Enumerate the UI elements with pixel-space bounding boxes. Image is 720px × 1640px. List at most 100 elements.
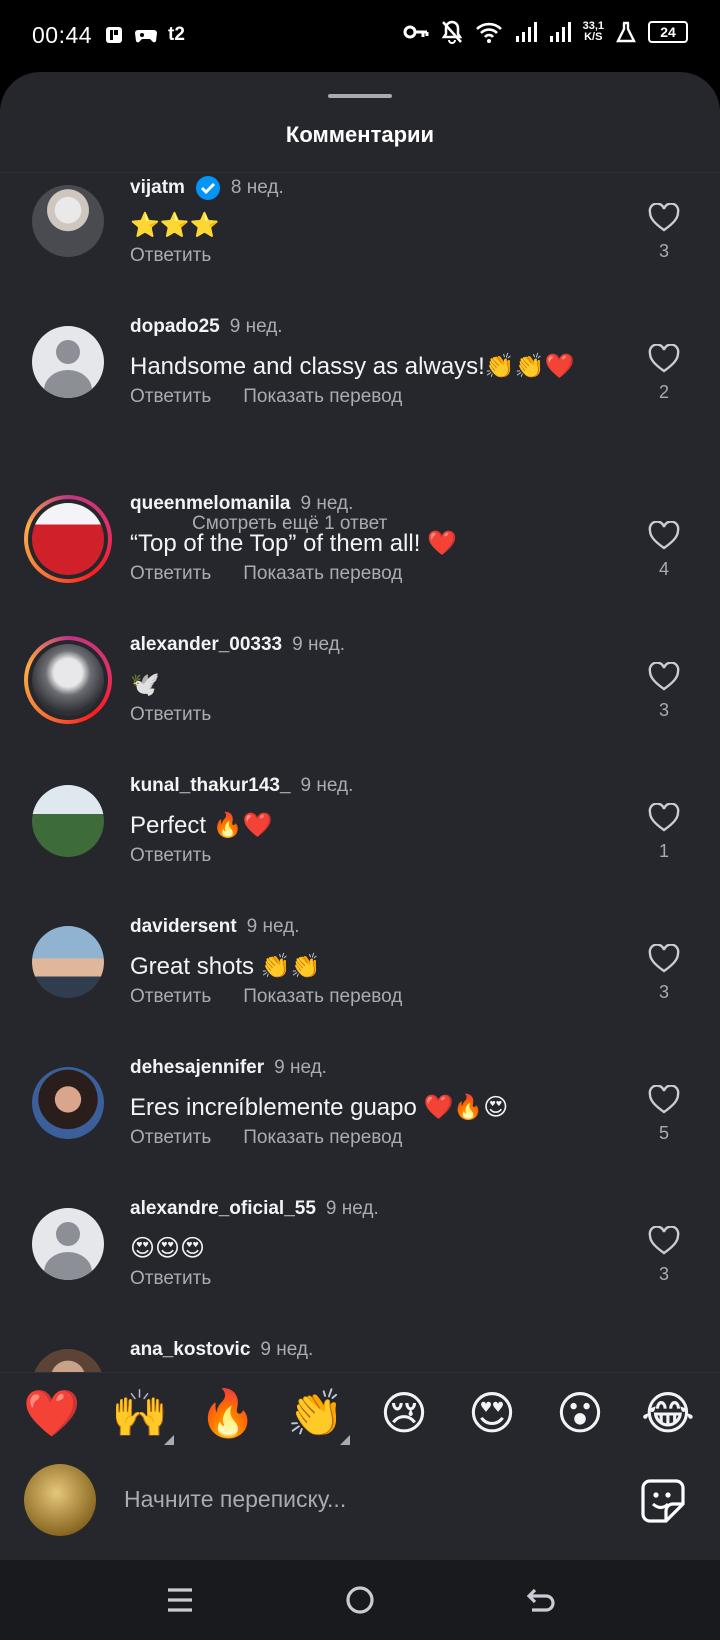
avatar[interactable] — [32, 926, 104, 998]
heart-icon[interactable] — [648, 521, 680, 551]
heart-icon[interactable] — [648, 662, 680, 692]
username[interactable]: queenmelomanila — [130, 493, 291, 515]
username[interactable]: davidersent — [130, 916, 237, 938]
reaction-heart[interactable]: ❤️ — [22, 1387, 82, 1439]
carrier-t2-icon: t2 — [168, 24, 185, 45]
signal-icon-2 — [549, 22, 571, 42]
wifi-icon — [475, 22, 502, 43]
like-count: 3 — [658, 241, 669, 261]
reaction-laughing[interactable]: 😂 — [638, 1387, 698, 1439]
reaction-raised-hands[interactable]: 🙌 — [110, 1387, 174, 1445]
username[interactable]: kunal_thakur143_ — [130, 775, 291, 797]
comment-meta: alexander_00333 9 нед. — [130, 634, 345, 656]
home-icon[interactable] — [340, 1582, 380, 1618]
reply-button[interactable]: Ответить — [130, 245, 211, 267]
battery-indicator: 24 — [648, 21, 688, 43]
heart-icon[interactable] — [648, 344, 680, 374]
skin-tone-indicator — [340, 1435, 350, 1445]
comment-time: 9 нед. — [292, 634, 345, 655]
heart-icon[interactable] — [648, 1085, 680, 1115]
comment-meta: queenmelomanila 9 нед. — [130, 493, 353, 515]
comment-time: 8 нед. — [230, 177, 284, 198]
status-left-icons: t2 — [104, 23, 185, 47]
reply-button[interactable]: Ответить — [130, 845, 211, 867]
like-control: 1 — [644, 803, 684, 862]
like-count: 3 — [658, 982, 669, 1002]
comment-meta: dehesajennifer 9 нед. — [130, 1057, 327, 1079]
drag-handle[interactable] — [328, 94, 392, 98]
comment-text: “Top of the Top” of them all! ❤️ — [130, 530, 457, 557]
reply-button[interactable]: Ответить — [130, 1127, 211, 1149]
comment-time: 9 нед. — [260, 1339, 314, 1360]
comment-composer: Начните переписку... — [0, 1464, 720, 1560]
like-count: 1 — [658, 841, 669, 861]
comment-text: 🕊️ — [130, 671, 160, 698]
like-control: 3 — [644, 662, 684, 721]
avatar[interactable] — [32, 1067, 104, 1139]
show-translation-button[interactable]: Показать перевод — [243, 1127, 402, 1149]
username[interactable]: alexandre_oficial_55 — [130, 1198, 316, 1220]
reply-button[interactable]: Ответить — [130, 1268, 211, 1290]
reply-button[interactable]: Ответить — [130, 986, 211, 1008]
current-user-avatar — [24, 1464, 96, 1536]
comment-item: vijatm 8 нед. ⭐⭐⭐ Ответить 3 — [0, 173, 720, 303]
reaction-clap[interactable]: 👏 — [286, 1387, 350, 1445]
rooted-icon — [106, 27, 122, 43]
network-speed: 33,1 K/S — [583, 21, 604, 43]
comment-time: 9 нед. — [300, 775, 354, 796]
heart-icon[interactable] — [648, 203, 680, 233]
avatar[interactable] — [32, 785, 104, 857]
comments-list[interactable]: vijatm 8 нед. ⭐⭐⭐ Ответить 3 dopado25 9 … — [0, 173, 720, 1443]
quick-reactions-bar: ❤️ 🙌 🔥 👏 😢 😍 😮 😂 — [0, 1372, 720, 1453]
back-icon[interactable] — [520, 1582, 560, 1618]
default-avatar[interactable] — [32, 326, 104, 398]
avatar-story-ring[interactable] — [24, 495, 112, 583]
username[interactable]: vijatm — [130, 177, 185, 199]
username[interactable]: alexander_00333 — [130, 634, 282, 656]
comment-text: Great shots 👏👏 — [130, 953, 321, 980]
comment-time: 9 нед. — [229, 316, 283, 337]
like-control: 4 — [644, 521, 684, 580]
show-translation-button[interactable]: Показать перевод — [243, 563, 402, 585]
heart-icon[interactable] — [648, 803, 680, 833]
show-translation-button[interactable]: Показать перевод — [243, 986, 402, 1008]
comment-actions: Ответить — [130, 845, 211, 867]
comment-time: 9 нед. — [300, 493, 354, 514]
comment-time: 9 нед. — [325, 1198, 379, 1219]
comment-item: dopado25 9 нед. Handsome and classy as a… — [0, 314, 720, 444]
comment-item: davidersent 9 нед. Great shots 👏👏 Ответи… — [0, 914, 720, 1044]
reply-button[interactable]: Ответить — [130, 704, 211, 726]
heart-icon[interactable] — [648, 1226, 680, 1256]
reaction-crying[interactable]: 😢 — [374, 1387, 434, 1439]
show-translation-button[interactable]: Показать перевод — [243, 386, 402, 408]
comment-actions: Ответить — [130, 704, 211, 726]
username[interactable]: ana_kostovic — [130, 1339, 250, 1361]
comment-input[interactable]: Начните переписку... — [124, 1486, 346, 1513]
reaction-heart-eyes[interactable]: 😍 — [462, 1387, 522, 1439]
reaction-surprised[interactable]: 😮 — [550, 1387, 610, 1439]
reaction-raised-hands-glyph: 🙌 — [111, 1387, 169, 1439]
reaction-clap-glyph: 👏 — [287, 1387, 345, 1439]
network-speed-unit: K/S — [584, 31, 603, 43]
sticker-icon[interactable] — [640, 1478, 686, 1524]
username[interactable]: dopado25 — [130, 316, 220, 338]
verified-badge-icon — [195, 176, 220, 200]
comment-meta: alexandre_oficial_55 9 нед. — [130, 1198, 379, 1220]
reply-button[interactable]: Ответить — [130, 386, 211, 408]
comment-actions: Ответить Показать перевод — [130, 1127, 402, 1149]
like-control: 3 — [644, 1226, 684, 1285]
like-count: 3 — [658, 700, 669, 720]
reply-button[interactable]: Ответить — [130, 563, 211, 585]
like-count: 2 — [658, 382, 669, 402]
like-count: 4 — [658, 559, 669, 579]
avatar-story-ring[interactable] — [24, 636, 112, 724]
avatar[interactable] — [32, 185, 104, 257]
comment-text: Eres increíblemente guapo ❤️🔥😍 — [130, 1094, 509, 1121]
reaction-fire[interactable]: 🔥 — [198, 1387, 258, 1439]
menu-icon[interactable] — [160, 1582, 200, 1618]
comment-item: dehesajennifer 9 нед. Eres increíblement… — [0, 1055, 720, 1185]
heart-icon[interactable] — [648, 944, 680, 974]
default-avatar[interactable] — [32, 1208, 104, 1280]
like-count: 3 — [658, 1264, 669, 1284]
username[interactable]: dehesajennifer — [130, 1057, 264, 1079]
